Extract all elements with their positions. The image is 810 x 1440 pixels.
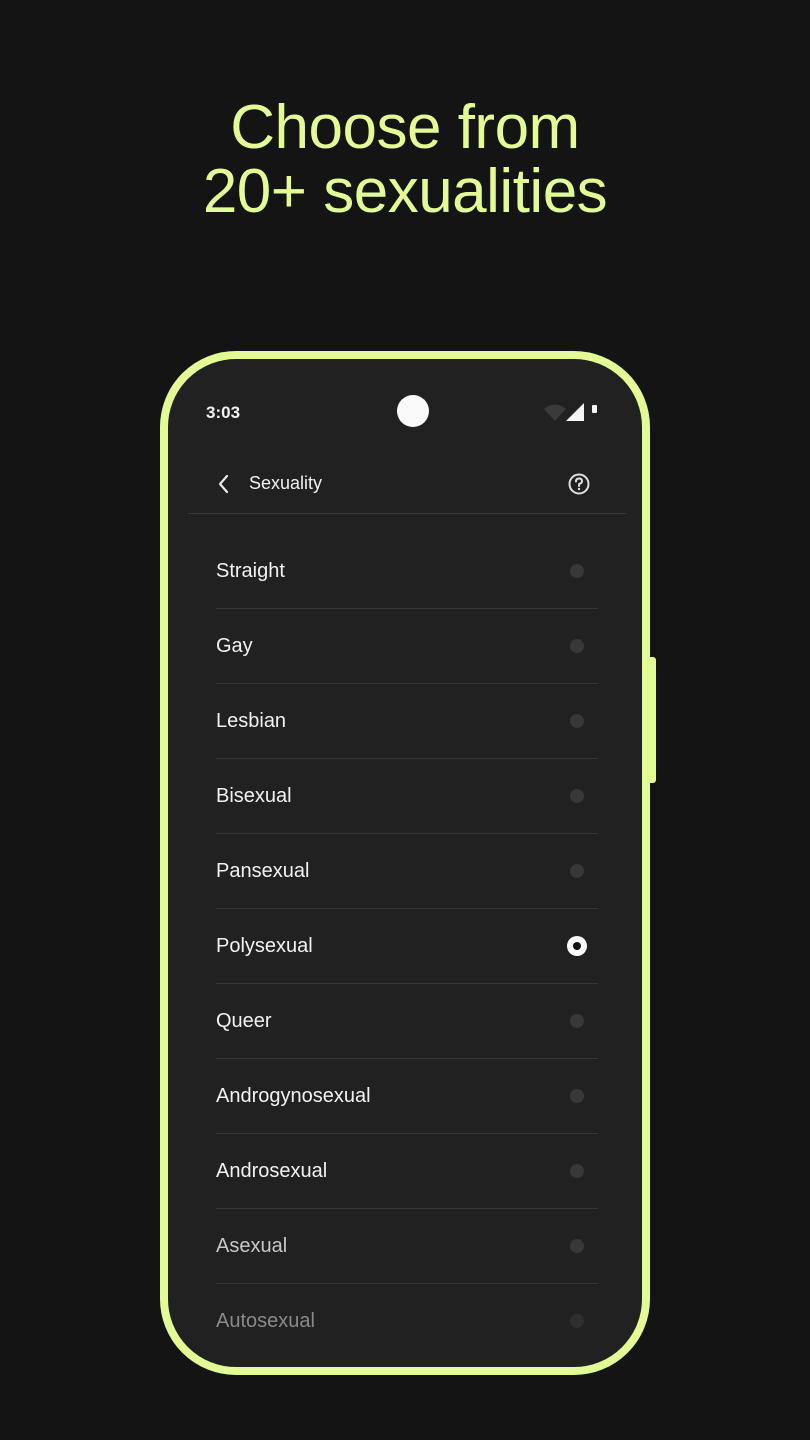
option-label: Gay: [216, 635, 253, 657]
toolbar-divider: [188, 513, 626, 514]
page-title: Sexuality: [249, 473, 323, 493]
status-time: 3:03: [206, 403, 241, 422]
back-button[interactable]: [212, 469, 236, 499]
option-row[interactable]: Queer: [216, 984, 598, 1059]
option-row[interactable]: Lesbian: [216, 684, 598, 759]
option-label: Androgynosexual: [216, 1085, 371, 1107]
option-label: Queer: [216, 1010, 272, 1032]
option-row[interactable]: Androgynosexual: [216, 1059, 598, 1134]
option-label: Polysexual: [216, 935, 313, 957]
radio-unselected-icon[interactable]: [570, 639, 584, 653]
radio-unselected-icon[interactable]: [570, 564, 584, 578]
option-label: Straight: [216, 560, 285, 582]
option-row[interactable]: Androsexual: [216, 1134, 598, 1209]
chevron-left-icon: [218, 474, 229, 494]
option-label: Bisexual: [216, 785, 292, 807]
radio-unselected-icon[interactable]: [570, 1164, 584, 1178]
radio-unselected-icon[interactable]: [570, 1239, 584, 1253]
option-row[interactable]: Straight: [216, 534, 598, 609]
radio-unselected-icon[interactable]: [570, 714, 584, 728]
radio-unselected-icon[interactable]: [570, 1314, 584, 1328]
radio-selected-icon[interactable]: [567, 936, 587, 956]
battery-icon: [592, 405, 597, 413]
help-circle-icon: [568, 473, 590, 495]
option-label: Androsexual: [216, 1160, 328, 1182]
help-button[interactable]: [566, 471, 592, 497]
status-icons: [544, 401, 604, 423]
option-row[interactable]: Polysexual: [216, 909, 598, 984]
wifi-icon: [544, 404, 566, 421]
option-row[interactable]: Autosexual: [216, 1284, 598, 1359]
option-label: Asexual: [216, 1235, 288, 1257]
radio-unselected-icon[interactable]: [570, 1089, 584, 1103]
option-row[interactable]: Gay: [216, 609, 598, 684]
toolbar: Sexuality: [168, 449, 642, 519]
option-row[interactable]: Pansexual: [216, 834, 598, 909]
phone-frame: 3:03 Sexuality Straight Gay Lesbian Bisexua…: [160, 351, 650, 1375]
radio-unselected-icon[interactable]: [570, 1014, 584, 1028]
headline-line-1: Choose from: [230, 93, 580, 162]
option-row[interactable]: Bisexual: [216, 759, 598, 834]
headline: Choose from 20+ sexualities: [0, 96, 810, 224]
headline-line-2: 20+ sexualities: [202, 157, 608, 226]
option-label: Pansexual: [216, 860, 310, 882]
signal-icon: [566, 403, 584, 421]
radio-unselected-icon[interactable]: [570, 789, 584, 803]
option-row[interactable]: Asexual: [216, 1209, 598, 1284]
option-label: Autosexual: [216, 1310, 315, 1332]
camera-cutout: [397, 395, 429, 427]
radio-unselected-icon[interactable]: [570, 864, 584, 878]
sexuality-options-list: Straight Gay Lesbian Bisexual Pansexual Polys…: [216, 534, 598, 1359]
option-label: Lesbian: [216, 710, 287, 732]
